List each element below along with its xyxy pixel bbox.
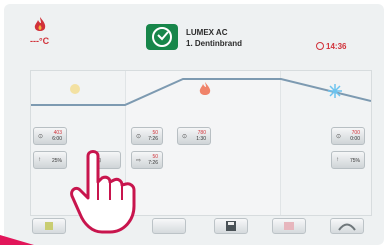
current-temperature: ---°C [30,36,50,46]
curve-icon [338,223,356,231]
logo-icon [152,27,172,47]
arrow-up-icon: ↑ [38,157,41,163]
sun-icon [70,84,80,94]
vacuum-time: 7:26 [148,160,158,166]
program-subtitle: 1. Dentinbrand [186,39,243,48]
cooling-icon: ⊙ [336,134,342,140]
snowflake-icon [328,84,342,98]
cooling-time: 0:00 [350,136,360,142]
hold-icon: ⊙ [182,134,188,140]
calendar-button[interactable] [272,218,306,234]
calendar-icon [284,222,294,230]
program-logo[interactable] [146,24,178,50]
save-button[interactable] [214,218,248,234]
clock-icon [316,42,324,50]
cooling-temperature-button[interactable]: ⊙ 700 0:00 [331,127,365,145]
calculator-button[interactable] [32,218,66,234]
calculator-icon [45,222,53,230]
rate-time: 7:26 [148,136,158,142]
cooling-pct: 75% [349,158,360,164]
curve-button[interactable] [330,218,364,234]
closing-time: 6:00 [52,136,62,142]
device-screen: ---°C LUMEX AC 1. Dentinbrand 14:36 ⊙ 40… [4,4,384,245]
hold-time: 1:30 [196,136,206,142]
hold-temperature-button[interactable]: ⊙ 780 1:30 [177,127,211,145]
standby-temperature-button[interactable]: ⊙ 403 6:00 [33,127,67,145]
arrow-up-icon: ↑ [336,157,339,163]
rate-icon: ⊙ [136,134,142,140]
night-mode-button[interactable] [152,218,186,234]
pointing-hand-icon [70,150,136,234]
heat-rate-button[interactable]: ⊙ 50 7:26 [131,127,163,145]
closing-time-button[interactable]: ↑ 25% [33,151,67,169]
header: ---°C LUMEX AC 1. Dentinbrand 14:36 [4,4,384,66]
standby-icon: ⊙ [38,134,44,140]
flame-icon [199,82,211,95]
moon-icon [166,221,171,231]
closing-pct: 25% [51,158,62,164]
cooling-open-button[interactable]: ↑ 75% [331,151,365,169]
save-icon [226,221,236,231]
flame-icon [34,17,46,31]
corner-marker [0,235,34,245]
program-name: LUMEX AC [186,28,228,37]
temperature-curve [31,78,371,106]
clock-time: 14:36 [326,42,347,51]
